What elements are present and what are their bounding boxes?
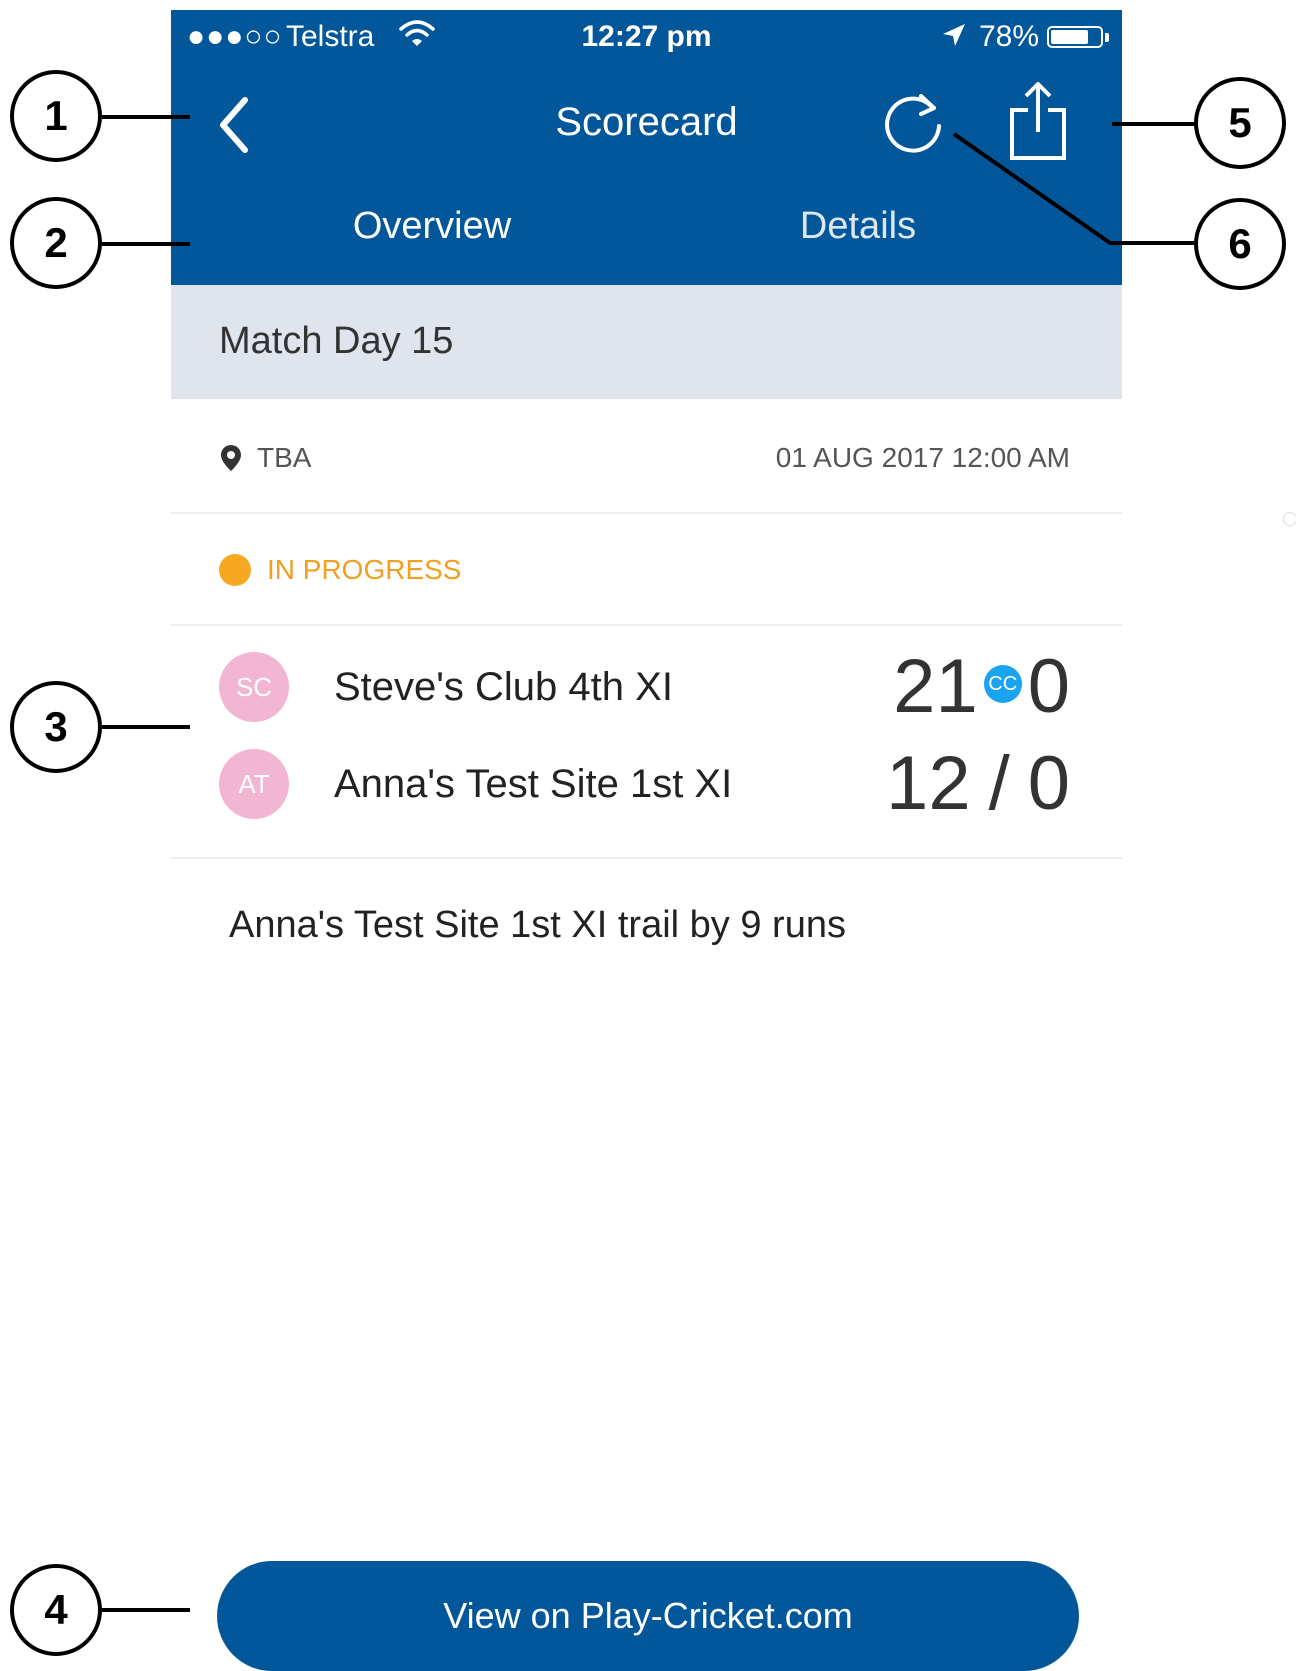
callout-6: 6 <box>1194 198 1286 290</box>
callout-leader <box>952 132 1196 245</box>
refresh-button[interactable] <box>881 86 951 158</box>
callout-leader <box>102 725 190 729</box>
tab-overview[interactable]: Overview <box>219 185 645 295</box>
phone-screen: ●●●○○ Telstra 12:27 pm 78% Scorecard Ove… <box>171 0 1122 1671</box>
match-header: Match Day 15 <box>171 285 1122 399</box>
status-dot-icon <box>219 554 251 586</box>
callout-5: 5 <box>1194 77 1286 169</box>
callout-2: 2 <box>10 197 102 289</box>
location-pin-icon <box>221 445 241 471</box>
team-avatar: AT <box>219 749 289 819</box>
team-score: 21 CC 0 <box>893 643 1070 730</box>
callout-leader <box>102 1608 190 1612</box>
location-arrow-icon <box>943 24 965 46</box>
team-row[interactable]: SC Steve's Club 4th XI 21 CC 0 <box>171 643 1122 735</box>
match-result: Anna's Test Site 1st XI trail by 9 runs <box>229 904 846 946</box>
view-on-play-cricket-button[interactable]: View on Play-Cricket.com <box>217 1561 1079 1671</box>
match-name: Match Day 15 <box>219 320 454 362</box>
callout-leader <box>102 115 190 119</box>
cc-badge: CC <box>983 664 1022 703</box>
callout-3: 3 <box>10 681 102 773</box>
team-runs: 21 <box>893 644 978 729</box>
match-status: IN PROGRESS <box>267 554 462 585</box>
battery-icon <box>1047 26 1103 48</box>
team-name: Anna's Test Site 1st XI <box>334 762 733 806</box>
page-indicator-dot <box>1283 512 1296 526</box>
team-runs: 12 <box>886 741 971 826</box>
callout-leader <box>1112 122 1196 126</box>
battery-tip <box>1105 33 1109 42</box>
divider <box>171 857 1122 859</box>
venue: TBA <box>257 442 312 473</box>
team-avatar: SC <box>219 652 289 722</box>
match-datetime: 01 AUG 2017 12:00 AM <box>775 442 1070 473</box>
battery-percent: 78% <box>979 20 1040 53</box>
refresh-icon <box>885 94 941 153</box>
team-wickets: 0 <box>1027 741 1070 826</box>
divider <box>171 624 1122 626</box>
callout-leader <box>102 242 190 246</box>
team-name: Steve's Club 4th XI <box>334 665 673 709</box>
status-bar: ●●●○○ Telstra 12:27 pm 78% <box>171 10 1122 64</box>
team-score: 12/0 <box>886 740 1070 827</box>
score-separator: / <box>988 741 1010 826</box>
team-wickets: 0 <box>1027 644 1070 729</box>
status-row: IN PROGRESS <box>171 514 1122 626</box>
team-row[interactable]: AT Anna's Test Site 1st XI 12/0 <box>171 740 1122 832</box>
venue-row: TBA 01 AUG 2017 12:00 AM <box>171 400 1122 512</box>
callout-1: 1 <box>10 70 102 162</box>
callout-4: 4 <box>10 1564 102 1656</box>
